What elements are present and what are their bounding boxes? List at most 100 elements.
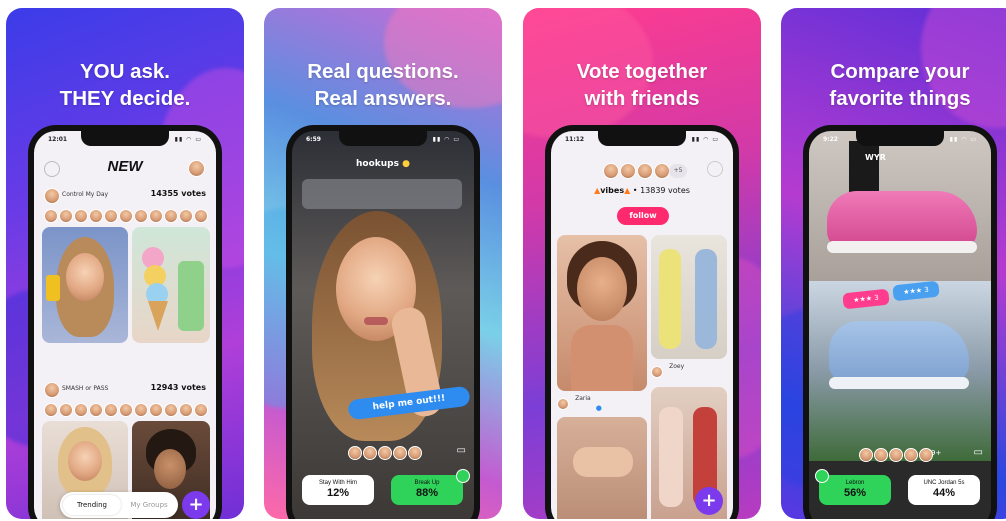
post-vote-count: 12943 votes: [150, 383, 206, 392]
status-icons: ▮▮ ◠ ▭: [691, 136, 719, 143]
vote-option-percent: 56%: [843, 487, 867, 499]
vote-option-b[interactable]: UNC Jordan 5s 44%: [908, 475, 980, 505]
vote-option-a[interactable]: Stay With Him 12%: [302, 475, 374, 505]
phone-prop: [46, 275, 60, 301]
option-photo-bottom[interactable]: [809, 281, 991, 461]
voter-avatars: [44, 208, 209, 227]
brand-label: WYR: [865, 153, 886, 162]
option-photo-top[interactable]: WYR: [809, 131, 991, 281]
voter-avatar: [59, 403, 73, 417]
post-photo[interactable]: [557, 417, 647, 519]
phone-frame: 11:12 ▮▮ ◠ ▭ +5 ▲vibes▲ • 13839 votes fo…: [545, 125, 739, 519]
tab-trending[interactable]: Trending: [63, 495, 121, 515]
voter-avatar: [104, 209, 118, 223]
voter-avatar: [363, 446, 377, 460]
rating-value: 3: [873, 293, 880, 303]
voter-avatar: [194, 403, 208, 417]
vote-option-label: Stay With Him: [318, 480, 357, 486]
voter-avatar: [348, 446, 362, 460]
group-header: ▲vibes▲ • 13839 votes: [594, 186, 690, 195]
panel-headline: Compare your favorite things: [781, 58, 1006, 112]
member-avatar: [603, 163, 619, 179]
post-author-avatar[interactable]: [44, 188, 60, 204]
voter-avatars: [348, 445, 423, 464]
option-photo-left[interactable]: [42, 227, 128, 343]
voter-avatar: [59, 209, 73, 223]
voter-avatar: [44, 209, 58, 223]
user-avatar[interactable]: [651, 366, 663, 378]
post-photo[interactable]: [557, 235, 647, 391]
panel-headline: Vote together with friends: [523, 58, 761, 112]
status-icons: ▮▮ ◠ ▭: [174, 136, 202, 143]
question-title-text: hookups: [356, 159, 399, 169]
mouth-shape: [364, 317, 388, 325]
ice-cream-cone: [148, 301, 168, 331]
vote-option-a[interactable]: Lebron 56%: [819, 475, 891, 505]
fire-icon: ▲: [624, 186, 631, 195]
voter-avatar: [44, 403, 58, 417]
status-icons: ▮▮ ◠ ▭: [949, 136, 977, 143]
phone-frame: 9:22 ▮▮ ◠ ▭ WYR ★★★ 3 ★★★ 3 9+ ▭ Lebron …: [803, 125, 997, 519]
vote-option-label: Break Up: [414, 480, 440, 486]
member-count-badge: +5: [669, 164, 687, 178]
voter-avatar: [164, 209, 178, 223]
shoe-sole: [829, 377, 969, 389]
status-time: 11:12: [565, 136, 585, 143]
follow-button[interactable]: follow: [617, 207, 669, 225]
person-shape: [659, 249, 681, 349]
comment-icon[interactable]: ▭: [974, 447, 983, 458]
voter-avatar: [134, 209, 148, 223]
user-name: Zoey: [669, 363, 685, 370]
voter-avatars: [859, 447, 934, 466]
option-photo-right[interactable]: [132, 227, 210, 343]
add-question-button[interactable]: +: [695, 487, 723, 515]
person-shape: [695, 249, 717, 349]
vote-option-label: Lebron: [845, 480, 865, 486]
user-name: Zaria: [575, 395, 591, 402]
headline-line-1: Real questions.: [307, 60, 459, 83]
screenshot-panel-3: Vote together with friends 11:12 ▮▮ ◠ ▭ …: [523, 8, 761, 519]
status-icons: ▮▮ ◠ ▭: [432, 136, 460, 143]
drink-cup: [178, 261, 204, 331]
car-ceiling: [302, 179, 462, 209]
app-screen: 12:01 ▮▮ ◠ ▭ NEW Control My Day 14355 vo…: [34, 131, 216, 519]
hand-shape: [573, 447, 633, 477]
app-screen: 9:22 ▮▮ ◠ ▭ WYR ★★★ 3 ★★★ 3 9+ ▭ Lebron …: [809, 131, 991, 519]
bottom-tab-bar: Trending My Groups: [60, 492, 178, 518]
post-author-name: Control My Day: [62, 191, 109, 198]
vote-option-percent: 88%: [415, 487, 439, 499]
vote-option-b[interactable]: Break Up 88%: [391, 475, 463, 505]
headline-line-1: Compare your: [830, 60, 970, 83]
tab-my-groups[interactable]: My Groups: [122, 495, 176, 515]
headline-line-2: with friends: [584, 87, 700, 110]
screenshot-panel-2: Real questions. Real answers. 6:59 ▮▮ ◠ …: [264, 8, 502, 519]
face-shape: [154, 449, 186, 489]
voter-avatar: [904, 448, 918, 462]
shoulders-shape: [571, 325, 633, 391]
profile-avatar[interactable]: [188, 160, 205, 177]
member-avatar: [654, 163, 670, 179]
notch: [856, 131, 944, 146]
comment-icon[interactable]: ▭: [457, 445, 466, 456]
add-question-button[interactable]: +: [182, 491, 210, 519]
group-name: vibes: [600, 186, 625, 195]
post-photo[interactable]: [651, 235, 727, 359]
notch: [598, 131, 686, 146]
person-shape: [659, 407, 683, 507]
headline-line-2: THEY decide.: [59, 87, 191, 110]
voter-avatar: [889, 448, 903, 462]
shoe-shape: [829, 321, 969, 381]
post-author-avatar[interactable]: [44, 382, 60, 398]
face-shape: [66, 253, 104, 301]
phone-frame: 12:01 ▮▮ ◠ ▭ NEW Control My Day 14355 vo…: [28, 125, 222, 519]
screenshot-panel-1: YOU ask. THEY decide. 12:01 ▮▮ ◠ ▭ NEW C…: [6, 8, 244, 519]
voter-avatar: [179, 403, 193, 417]
member-avatar: [620, 163, 636, 179]
voter-avatar: [134, 403, 148, 417]
post-author-row: Zaria ●: [557, 395, 647, 415]
voter-avatar: [119, 403, 133, 417]
phone-frame: 6:59 ▮▮ ◠ ▭ hookups ● help me out!!! ▭ S…: [286, 125, 480, 519]
user-avatar[interactable]: [557, 398, 569, 410]
share-button[interactable]: [707, 161, 723, 177]
headline-line-2: Real answers.: [314, 87, 452, 110]
